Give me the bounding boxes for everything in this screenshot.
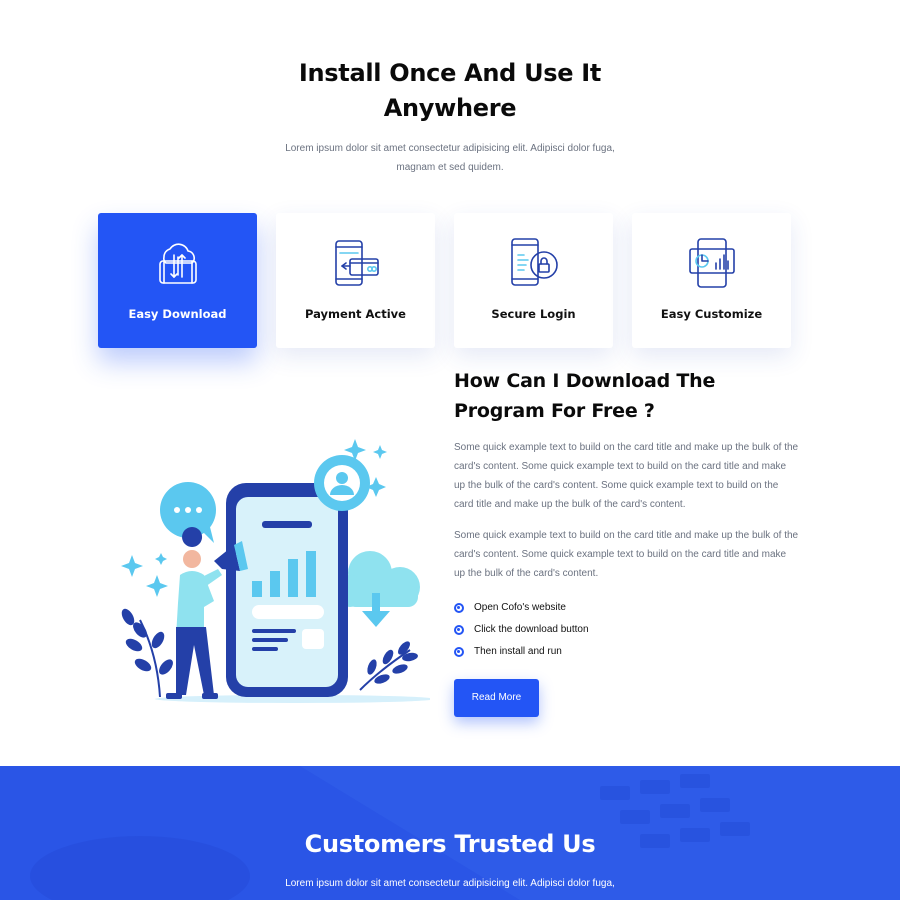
step-label: Then install and run bbox=[474, 646, 562, 657]
list-item: Then install and run bbox=[454, 641, 799, 663]
trusted-banner: Customers Trusted Us Lorem ipsum dolor s… bbox=[0, 766, 900, 900]
faq-section: How Can I Download The Program For Free … bbox=[454, 366, 799, 717]
faq-paragraph: Some quick example text to build on the … bbox=[454, 530, 799, 579]
section-description: Lorem ipsum dolor sit amet consectetur a… bbox=[285, 143, 615, 173]
download-illustration bbox=[121, 439, 430, 703]
list-item: Click the download button bbox=[454, 619, 799, 641]
trusted-description: Lorem ipsum dolor sit amet consectetur a… bbox=[285, 878, 615, 889]
trusted-title: Customers Trusted Us bbox=[304, 830, 596, 858]
section-title: Install Once And Use It Anywhere bbox=[298, 59, 602, 122]
feature-card-payment-active[interactable]: Payment Active bbox=[276, 213, 435, 348]
list-item: Open Cofo's website bbox=[454, 597, 799, 619]
feature-cards: Easy Download Payment Active Secure Logi… bbox=[98, 213, 798, 348]
feature-card-label: Secure Login bbox=[491, 307, 576, 321]
bullet-icon bbox=[454, 647, 464, 657]
step-label: Click the download button bbox=[474, 624, 589, 635]
faq-paragraph: Some quick example text to build on the … bbox=[454, 442, 799, 510]
phone-payment-card-icon bbox=[334, 240, 379, 286]
dashboard-monitor-icon bbox=[688, 238, 735, 288]
feature-card-secure-login[interactable]: Secure Login bbox=[454, 213, 613, 348]
bullet-icon bbox=[454, 625, 464, 635]
faq-title: How Can I Download The Program For Free … bbox=[454, 370, 716, 422]
phone-lock-icon bbox=[510, 238, 558, 286]
bullet-icon bbox=[454, 603, 464, 613]
cloud-download-phone-icon bbox=[158, 243, 197, 284]
read-more-button[interactable]: Read More bbox=[454, 679, 539, 717]
feature-card-label: Payment Active bbox=[305, 307, 406, 321]
feature-card-easy-customize[interactable]: Easy Customize bbox=[632, 213, 791, 348]
steps-list: Open Cofo's website Click the download b… bbox=[454, 597, 799, 663]
feature-card-label: Easy Download bbox=[128, 307, 227, 321]
feature-card-label: Easy Customize bbox=[660, 307, 763, 321]
step-label: Open Cofo's website bbox=[474, 602, 566, 613]
feature-card-easy-download[interactable]: Easy Download bbox=[98, 213, 257, 348]
